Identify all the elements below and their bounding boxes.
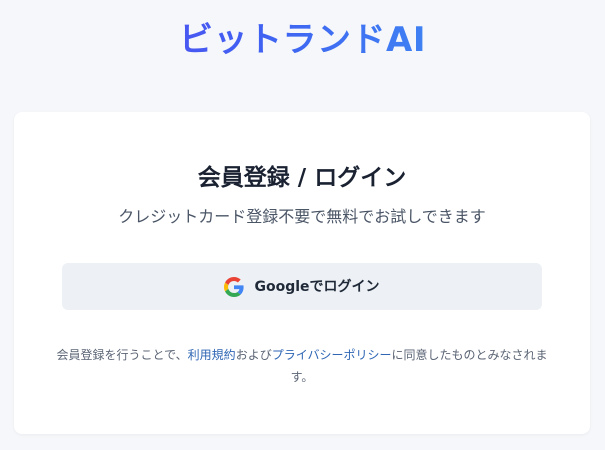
google-login-label: Googleでログイン bbox=[254, 278, 380, 295]
page-subtitle: クレジットカード登録不要で無料でお試しできます bbox=[118, 207, 486, 226]
login-card: 会員登録 / ログイン クレジットカード登録不要で無料でお試しできます Goog… bbox=[14, 112, 590, 434]
terms-link[interactable]: 利用規約 bbox=[188, 348, 236, 362]
consent-note: 会員登録を行うことで、利用規約およびプライバシーポリシーに同意したものとみなされ… bbox=[54, 344, 550, 388]
page-title: 会員登録 / ログイン bbox=[197, 165, 407, 191]
login-page: ビットランドAI 会員登録 / ログイン クレジットカード登録不要で無料でお試し… bbox=[0, 0, 605, 450]
consent-note-middle: および bbox=[235, 348, 272, 362]
google-icon bbox=[224, 276, 245, 297]
brand-logo: ビットランドAI bbox=[0, 18, 605, 62]
privacy-policy-link[interactable]: プライバシーポリシー bbox=[272, 348, 392, 362]
consent-note-prefix: 会員登録を行うことで、 bbox=[56, 348, 188, 362]
google-login-button[interactable]: Googleでログイン bbox=[62, 263, 542, 310]
